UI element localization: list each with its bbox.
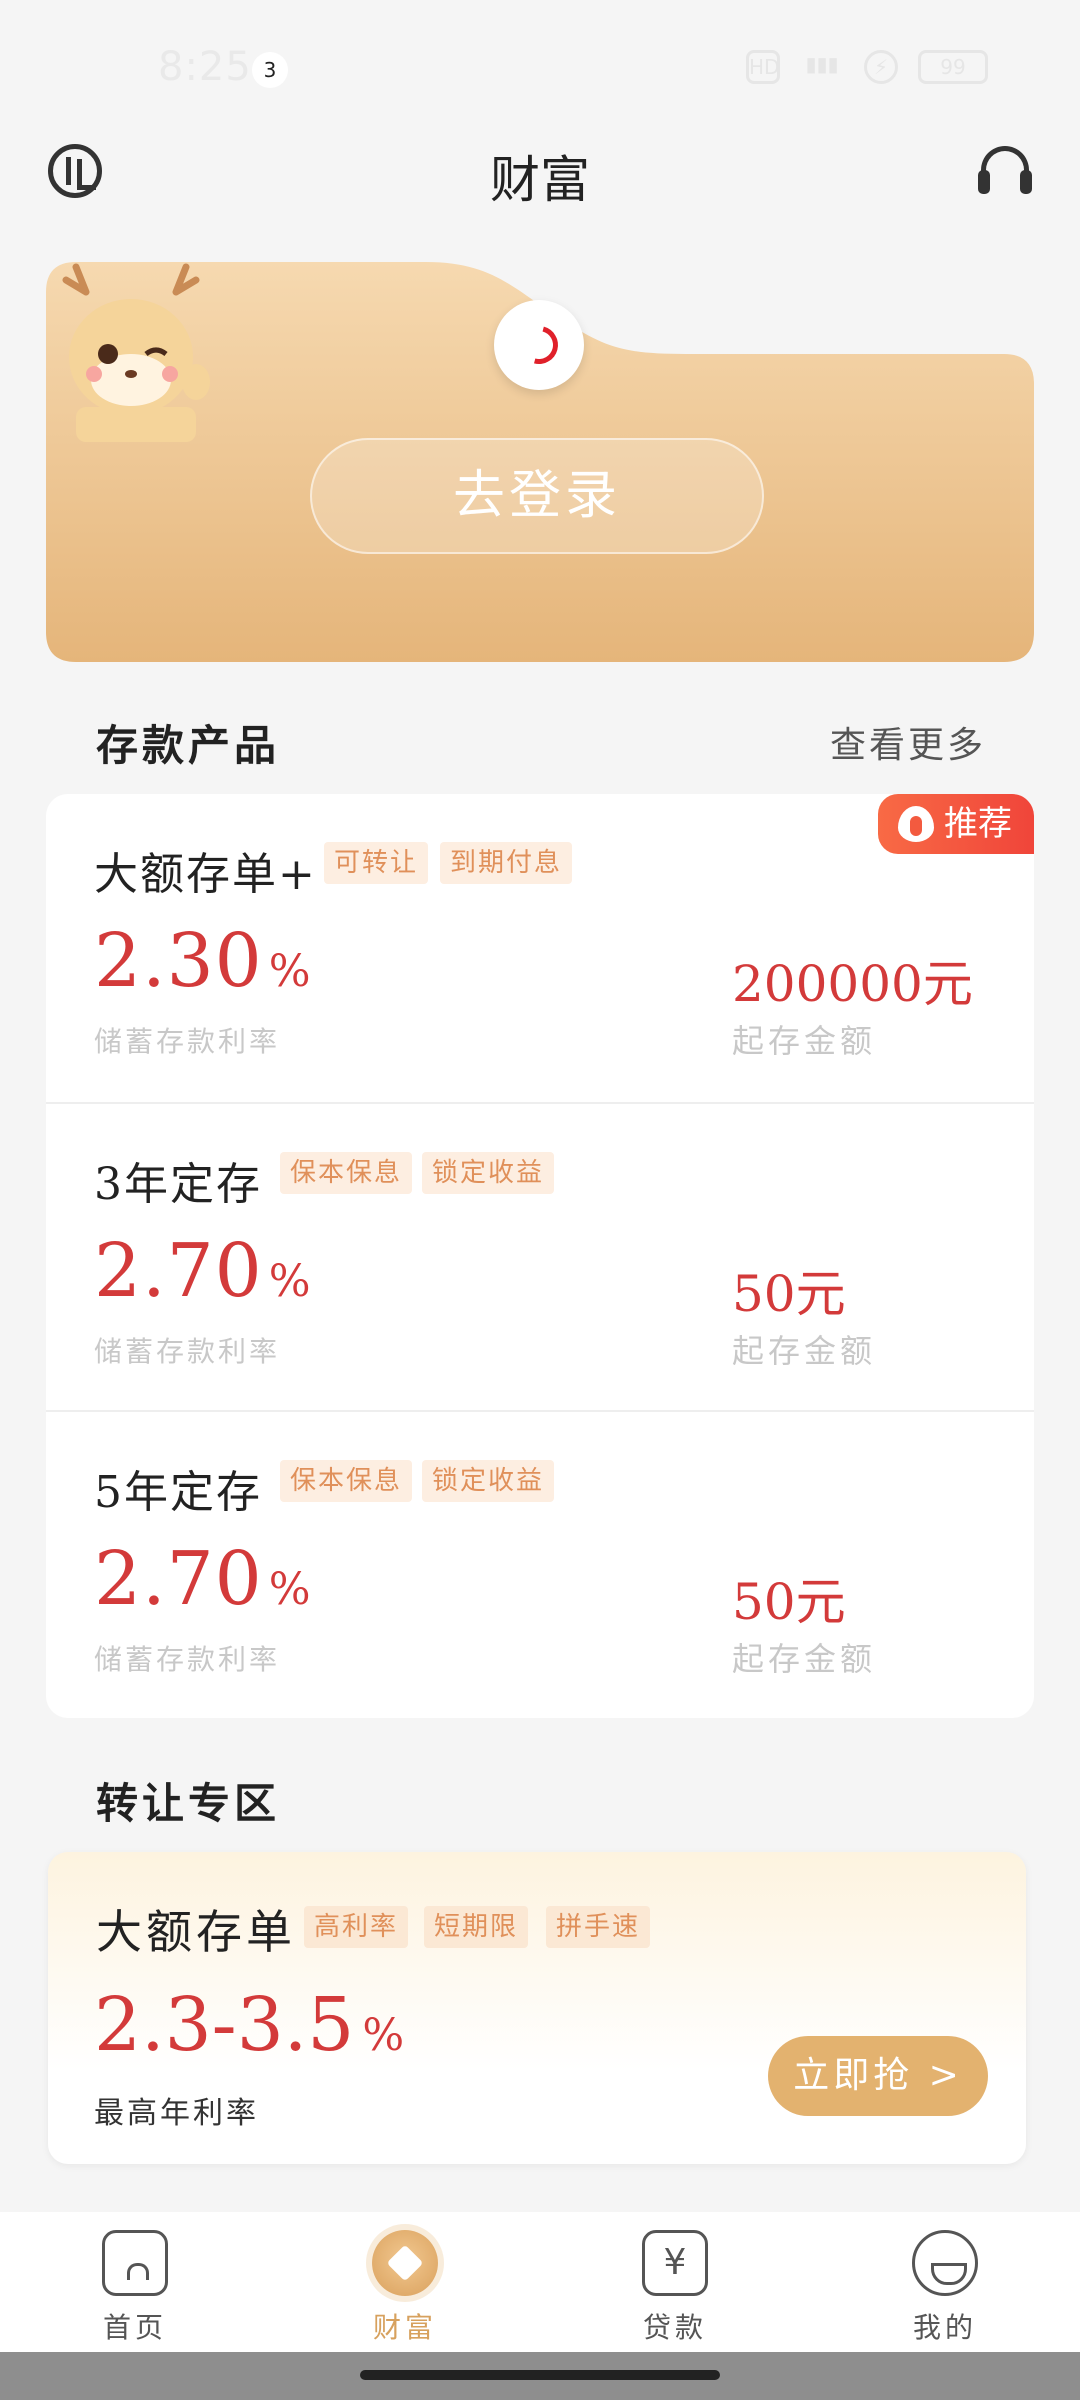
min-amount-label: 起存金额 [732, 1022, 877, 1060]
status-bar: 8:25 3 HD ▮▮▮ ⚡ 99 [0, 0, 1080, 120]
product-item[interactable]: 3年定存 保本保息 锁定收益 2.70% 储蓄存款利率 50元 起存金额 [46, 1102, 1034, 1410]
battery-icon: 99 [918, 50, 988, 84]
product-tag: 保本保息 [280, 1460, 413, 1502]
product-tag: 锁定收益 [422, 1460, 555, 1502]
home-indicator [0, 2352, 1080, 2400]
product-tag: 短期限 [424, 1906, 529, 1948]
signal-icon: ▮▮▮ [805, 52, 839, 76]
status-icons: HD ▮▮▮ ⚡ 99 [746, 50, 988, 84]
transfer-product-card[interactable]: 大额存单 高利率 短期限 拼手速 2.3-3.5% 最高年利率 立即抢 > [48, 1852, 1026, 2164]
tab-wealth[interactable]: 财富 [270, 2212, 540, 2352]
transfer-rate-label: 最高年利率 [94, 2096, 259, 2131]
product-tag: 拼手速 [546, 1906, 651, 1948]
product-rate: 2.70% [94, 1228, 312, 1314]
tab-home[interactable]: 首页 [0, 2212, 270, 2352]
rate-label: 储蓄存款利率 [94, 1335, 281, 1368]
loan-icon: ¥ [642, 2230, 708, 2296]
home-gesture-bar[interactable] [360, 2370, 720, 2380]
tab-label: 贷款 [642, 2311, 707, 2344]
home-icon [102, 2230, 168, 2296]
product-rate: 2.70% [94, 1536, 312, 1622]
product-tag: 锁定收益 [422, 1152, 555, 1194]
tab-label: 财富 [372, 2311, 437, 2344]
tab-mine[interactable]: 我的 [810, 2212, 1080, 2352]
deposit-products-card: 推荐 大额存单+ 可转让 到期付息 2.30% 储蓄存款利率 200000元 起… [46, 794, 1034, 1718]
transfer-section-title: 转让专区 [96, 1779, 281, 1828]
hd-icon: HD [746, 50, 780, 84]
loading-spinner [494, 300, 584, 390]
status-time: 8:25 [158, 44, 252, 90]
product-tag: 可转让 [324, 842, 429, 884]
product-rate: 2.30% [94, 918, 312, 1004]
min-amount: 200000元 [732, 955, 973, 1013]
login-button[interactable]: 去登录 [310, 438, 764, 554]
data-saver-icon: ⚡ [864, 50, 898, 84]
deer-mascot-icon [62, 263, 210, 442]
tab-loan[interactable]: ¥ 贷款 [540, 2212, 810, 2352]
product-name: 3年定存 [94, 1159, 262, 1210]
see-more-link[interactable]: 查看更多 [830, 716, 986, 768]
product-name: 5年定存 [94, 1467, 262, 1518]
notification-count-badge: 3 [252, 52, 288, 88]
wealth-icon [372, 2230, 438, 2296]
product-tag: 保本保息 [280, 1152, 413, 1194]
transfer-rate: 2.3-3.5% [94, 1982, 405, 2068]
bottom-tab-bar: 首页 财富 ¥ 贷款 我的 [0, 2212, 1080, 2352]
product-name: 大额存单+ [94, 849, 317, 900]
product-item[interactable]: 5年定存 保本保息 锁定收益 2.70% 储蓄存款利率 50元 起存金额 [46, 1410, 1034, 1718]
product-item[interactable]: 大额存单+ 可转让 到期付息 2.30% 储蓄存款利率 200000元 起存金额 [46, 794, 1034, 1102]
customer-service-icon[interactable] [978, 146, 1032, 196]
min-amount-label: 起存金额 [732, 1332, 877, 1370]
rate-label: 储蓄存款利率 [94, 1025, 281, 1058]
rate-label: 储蓄存款利率 [94, 1643, 281, 1676]
page-title: 财富 [490, 151, 590, 209]
tab-label: 首页 [102, 2311, 167, 2344]
grab-now-button[interactable]: 立即抢 > [768, 2036, 988, 2116]
product-tag: 到期付息 [440, 842, 573, 884]
profile-icon [912, 2230, 978, 2296]
deposit-section-title: 存款产品 [96, 721, 281, 770]
min-amount: 50元 [732, 1573, 846, 1631]
transfer-product-name: 大额存单 [96, 1905, 296, 1959]
min-amount: 50元 [732, 1265, 846, 1323]
tab-label: 我的 [912, 2311, 977, 2344]
min-amount-label: 起存金额 [732, 1640, 877, 1678]
product-tag: 高利率 [304, 1906, 409, 1948]
